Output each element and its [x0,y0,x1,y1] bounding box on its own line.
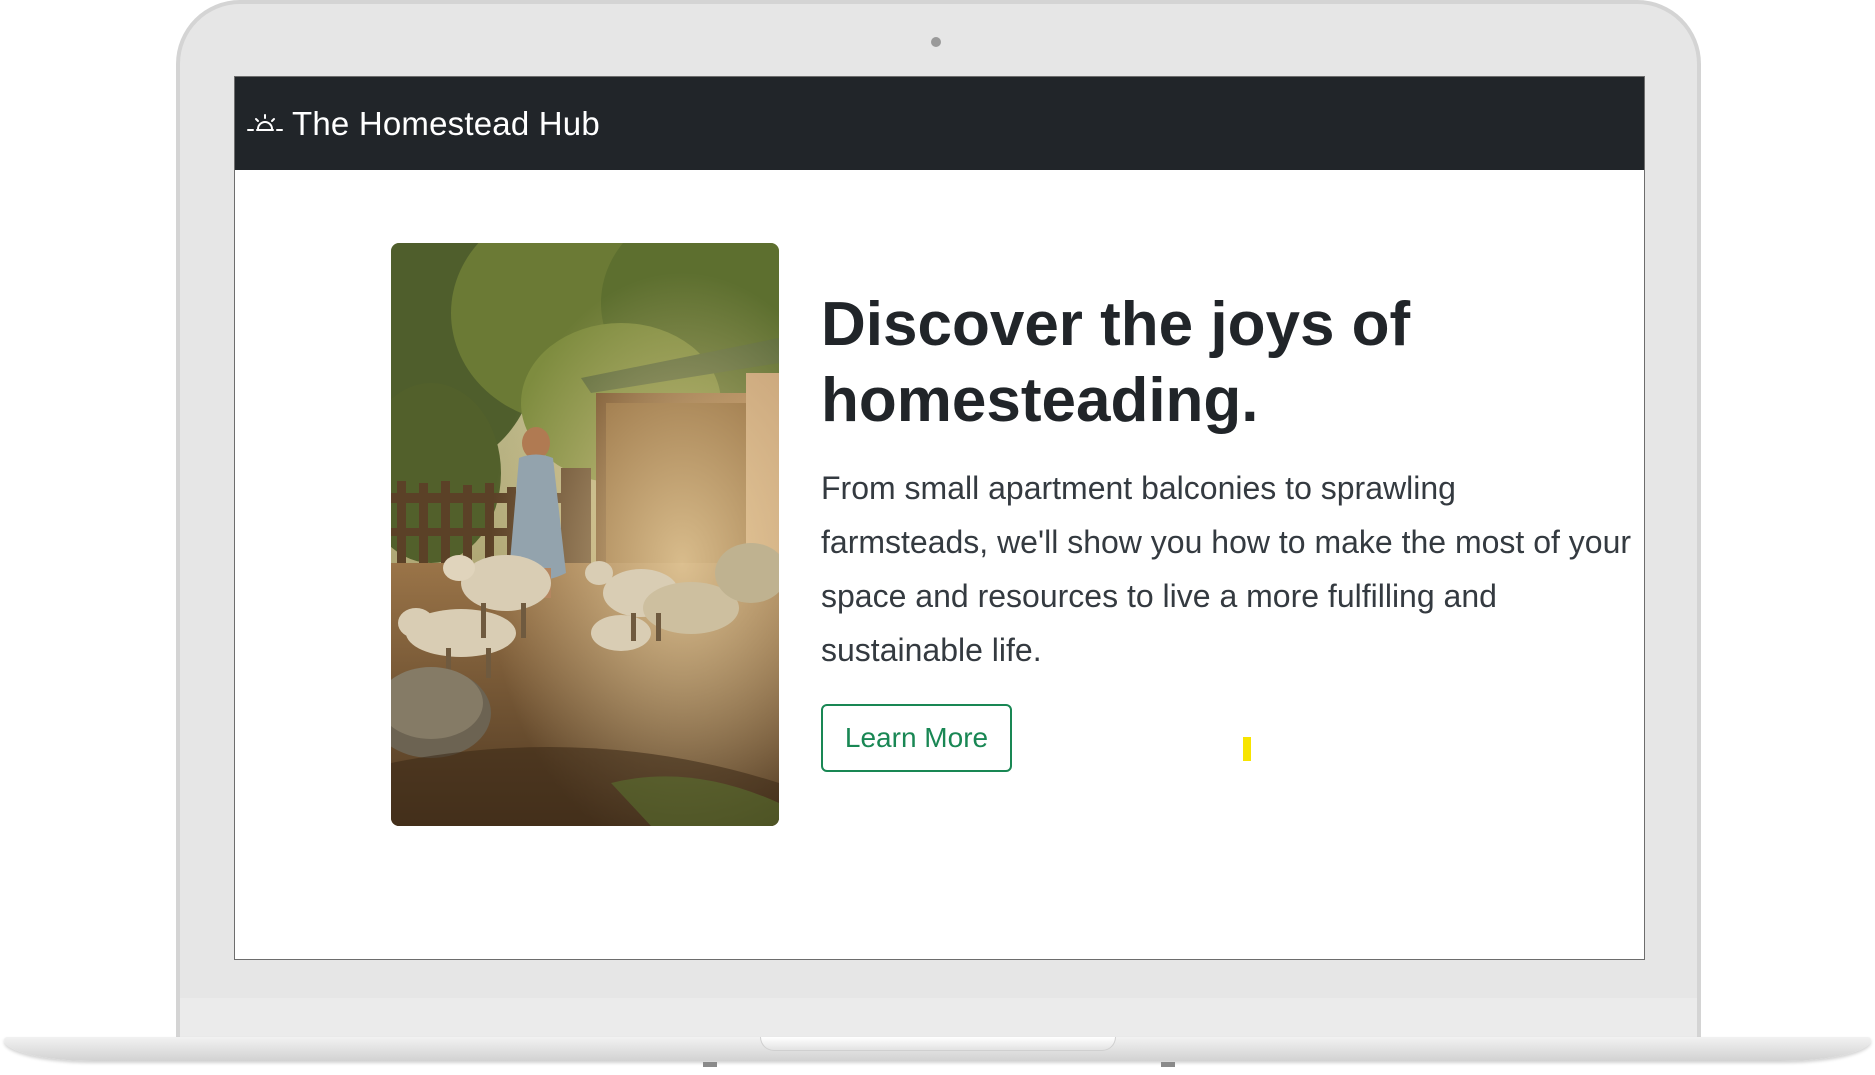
sunrise-icon [247,113,283,131]
laptop-foot-left [703,1062,717,1067]
hero-headline: Discover the joys of homesteading. [821,290,1411,435]
text-cursor-highlight [1243,737,1251,761]
woman-with-sheep-photo [391,243,779,826]
navbar: The Homestead Hub [235,77,1644,170]
brand-name: The Homestead Hub [292,104,600,142]
webcam-dot [931,37,941,47]
laptop-mockup: The Homestead Hub Discover the joys of h… [0,0,1875,1075]
hero-lead-text: From small apartment balconies to sprawl… [821,470,1632,668]
laptop-bezel-bottom [180,998,1697,1042]
browser-viewport: The Homestead Hub Discover the joys of h… [234,76,1645,960]
learn-more-button[interactable]: Learn More [821,704,1012,772]
laptop-foot-right [1161,1062,1175,1067]
laptop-hinge-notch [760,1037,1116,1051]
navbar-brand[interactable]: The Homestead Hub [247,105,600,143]
